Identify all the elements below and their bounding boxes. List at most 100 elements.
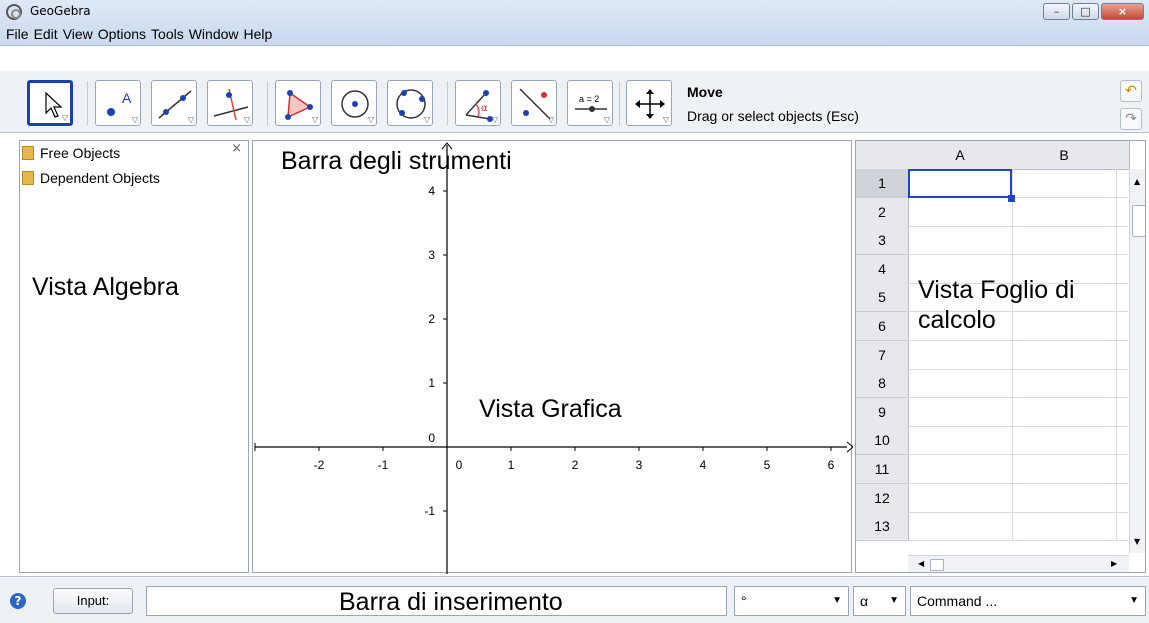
x-tick-label: 3 (636, 458, 643, 472)
spreadsheet-cell[interactable] (908, 455, 1013, 483)
close-view-icon[interactable]: × (231, 141, 242, 156)
spreadsheet-cell[interactable] (1012, 397, 1117, 426)
reflect-tool-button[interactable]: ▽ (511, 80, 557, 126)
table-row (908, 397, 1128, 427)
algebra-view[interactable]: Free Objects Dependent Objects × Vista A… (19, 140, 249, 573)
polygon-tool-button[interactable]: ▽ (275, 80, 321, 126)
row-header[interactable]: 1 (856, 169, 909, 198)
scroll-left-icon[interactable]: ◀ (918, 559, 924, 568)
scroll-thumb[interactable] (1132, 205, 1145, 237)
tree-item-label: Free Objects (40, 145, 121, 161)
close-button[interactable]: × (1101, 3, 1144, 20)
hscroll-thumb[interactable] (930, 559, 944, 571)
spreadsheet-cell[interactable] (1012, 483, 1117, 512)
angle-tool-button[interactable]: α ▽ (455, 80, 501, 126)
spreadsheet-cell[interactable] (1012, 512, 1117, 541)
scroll-right-icon[interactable]: ▶ (1111, 559, 1117, 568)
conic-tool-button[interactable]: ▽ (387, 80, 433, 126)
menu-options[interactable]: Options (98, 23, 151, 45)
horizontal-scrollbar[interactable]: ◀ ▶ (908, 555, 1129, 572)
toolbar-separator (267, 81, 268, 125)
row-header[interactable]: 9 (856, 397, 909, 427)
maximize-button[interactable]: □ (1072, 3, 1099, 20)
chevron-down-icon: ▼ (1129, 595, 1139, 606)
row-header[interactable]: 3 (856, 226, 909, 256)
spreadsheet-cell[interactable] (908, 369, 1013, 398)
scroll-up-icon[interactable]: ▲ (1134, 177, 1140, 186)
spreadsheet-cell[interactable] (1012, 226, 1117, 255)
spreadsheet-cell[interactable] (908, 226, 1013, 255)
corner-header (856, 141, 909, 170)
spreadsheet-cell[interactable] (908, 483, 1013, 512)
toolbar: ▽ A ▽ ▽ ▽ ▽ ▽ ▽ α ▽ ▽ a = 2 ▽ ▽ Move Dra… (0, 71, 1149, 133)
y-tick-label: -1 (424, 504, 435, 518)
slider-tool-button[interactable]: a = 2 ▽ (567, 80, 613, 126)
row-header[interactable]: 13 (856, 512, 909, 542)
table-row (908, 340, 1128, 370)
spreadsheet-cell[interactable] (1012, 369, 1117, 398)
folder-icon (22, 171, 34, 185)
menu-help[interactable]: Help (244, 23, 278, 45)
line-tool-button[interactable]: ▽ (151, 80, 197, 126)
spreadsheet-cell[interactable] (1012, 455, 1117, 483)
spreadsheet-view[interactable]: A B 1 2 3 4 5 6 7 8 9 10 11 12 13 ▲ ▼ ◀ ▶ Vista Fogl… (855, 140, 1146, 573)
menu-edit[interactable]: Edit (34, 23, 63, 45)
row-header[interactable]: 12 (856, 483, 909, 513)
scroll-down-icon[interactable]: ▼ (1134, 537, 1140, 546)
row-header[interactable]: 8 (856, 369, 909, 399)
greek-value: α (860, 593, 869, 609)
move-graphics-view-button[interactable]: ▽ (626, 80, 672, 126)
selected-cell-a1[interactable] (908, 169, 1012, 198)
input-field[interactable]: Barra di inserimento (146, 586, 727, 616)
spreadsheet-cell[interactable] (908, 512, 1013, 541)
spreadsheet-cell[interactable] (908, 426, 1013, 455)
tree-item-label: Dependent Objects (40, 170, 160, 186)
menu-view[interactable]: View (63, 23, 98, 45)
new-point-tool-button[interactable]: A ▽ (95, 80, 141, 126)
input-button[interactable]: Input: (53, 588, 133, 614)
graphics-view[interactable]: -2 -1 0 1 2 3 4 5 6 4 3 2 1 0 -1 Barra degli strumenti… (252, 140, 853, 574)
menu-window[interactable]: Window (189, 23, 244, 45)
vertical-scrollbar[interactable]: ▲ ▼ (1129, 169, 1145, 553)
spreadsheet-cell[interactable] (1012, 197, 1117, 226)
help-icon[interactable]: ? (10, 593, 26, 609)
command-dropdown[interactable]: Command ... ▼ (910, 586, 1146, 616)
menu-file[interactable]: File (6, 23, 34, 45)
row-header[interactable]: 11 (856, 455, 909, 484)
spreadsheet-cell[interactable] (1012, 426, 1117, 455)
column-header-a[interactable]: A (908, 141, 1013, 170)
command-value: Command ... (917, 593, 998, 609)
row-header[interactable]: 6 (856, 312, 909, 341)
table-row (908, 455, 1128, 484)
row-header[interactable]: 2 (856, 197, 909, 227)
spreadsheet-cell[interactable] (908, 397, 1013, 426)
fill-handle[interactable] (1008, 195, 1015, 202)
coordinate-axes: -2 -1 0 1 2 3 4 5 6 4 3 2 1 0 -1 (254, 142, 853, 574)
y-tick-label: 2 (428, 312, 435, 326)
table-row (908, 369, 1128, 399)
menu-tools[interactable]: Tools (151, 23, 189, 45)
redo-button[interactable]: ↷ (1120, 108, 1142, 130)
x-axis-arrow (846, 441, 853, 453)
geogebra-logo-icon (6, 4, 22, 20)
column-header-b[interactable]: B (1012, 141, 1117, 170)
circle-tool-button[interactable]: ▽ (331, 80, 377, 126)
spreadsheet-cell[interactable] (908, 340, 1013, 369)
spreadsheet-cell[interactable] (908, 197, 1013, 226)
symbol-degree-dropdown[interactable]: ° ▼ (734, 586, 849, 616)
minimize-button[interactable]: – (1043, 3, 1070, 20)
tree-item-dependent-objects[interactable]: Dependent Objects (22, 170, 160, 186)
row-header[interactable]: 4 (856, 254, 909, 284)
tree-item-free-objects[interactable]: Free Objects (22, 145, 120, 161)
perpendicular-line-tool-button[interactable]: ▽ (207, 80, 253, 126)
undo-button[interactable]: ↶ (1120, 80, 1142, 102)
spreadsheet-cell[interactable] (1012, 169, 1117, 197)
tool-help-text: Drag or select objects (Esc) (687, 108, 859, 124)
move-tool-button[interactable]: ▽ (27, 80, 73, 126)
row-header[interactable]: 7 (856, 340, 909, 370)
row-header[interactable]: 5 (856, 283, 909, 313)
spreadsheet-cell[interactable] (1012, 340, 1117, 369)
greek-letter-dropdown[interactable]: α ▼ (853, 586, 906, 616)
annotation-line-1: Vista Foglio di (918, 276, 1075, 304)
row-header[interactable]: 10 (856, 426, 909, 456)
